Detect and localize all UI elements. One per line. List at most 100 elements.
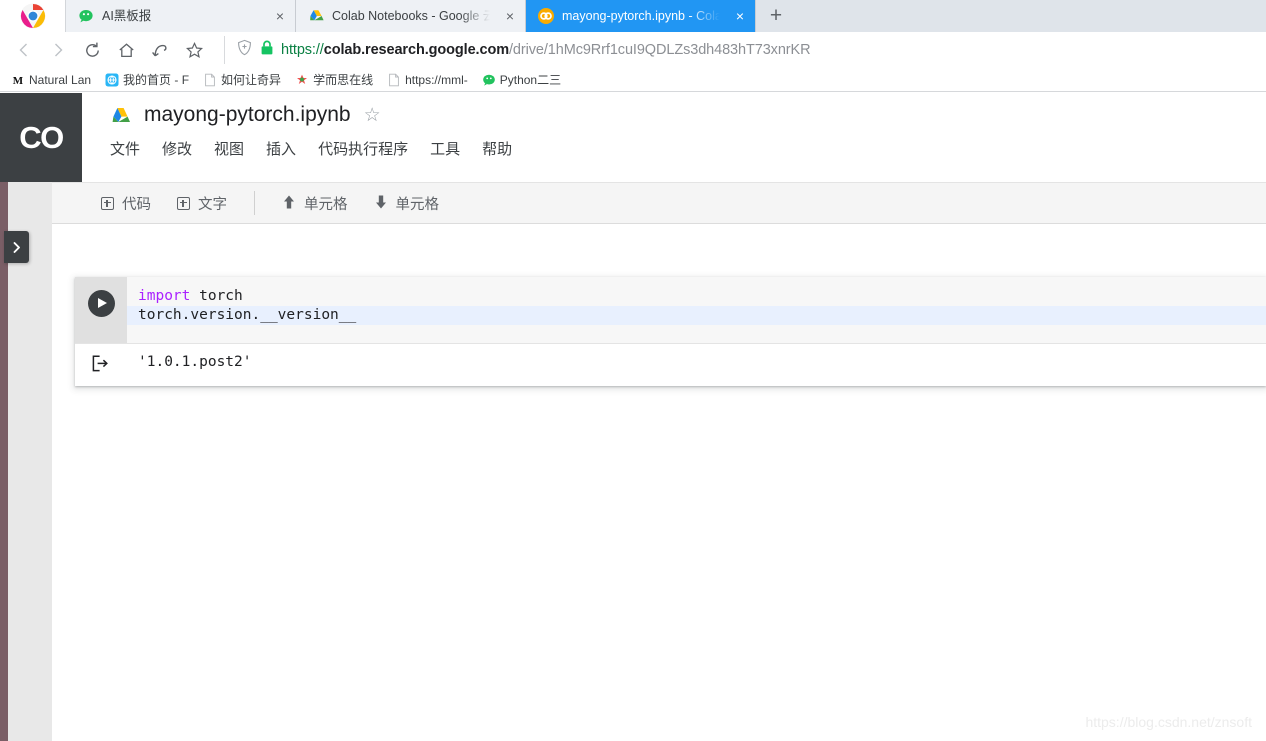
- close-icon[interactable]: ×: [733, 0, 747, 32]
- tab-title: mayong-pytorch.ipynb - Colab: [562, 9, 725, 23]
- forward-button[interactable]: [42, 35, 74, 65]
- close-icon[interactable]: ×: [503, 0, 517, 32]
- page-icon: [203, 73, 217, 87]
- bookmark-item-0[interactable]: M Natural Lan: [6, 72, 96, 88]
- lock-icon[interactable]: [260, 40, 274, 61]
- bookmark-item-1[interactable]: 我的首页 - F: [100, 70, 194, 89]
- bookmark-label: Python二三: [499, 73, 562, 87]
- wechat-icon: [78, 8, 94, 24]
- notebook-cell[interactable]: import torch torch.version.__version__ '…: [75, 277, 1266, 386]
- navigation-toolbar: https://colab.research.google.com/drive/…: [0, 32, 1266, 68]
- colab-menu-bar: 文件 修改 视图 插入 代码执行程序 工具 帮助: [110, 138, 512, 159]
- url-text[interactable]: https://colab.research.google.com/drive/…: [281, 42, 811, 58]
- notebook-body: import torch torch.version.__version__ '…: [52, 224, 1266, 741]
- browser-tab-1[interactable]: AI黑板报 ×: [66, 0, 296, 32]
- cell-output-area: '1.0.1.post2': [75, 343, 1266, 386]
- xueersi-icon: [295, 73, 309, 87]
- watermark-text: https://blog.csdn.net/znsoft: [1085, 714, 1252, 730]
- close-icon[interactable]: ×: [273, 0, 287, 32]
- bookmark-item-4[interactable]: https://mml-: [382, 72, 473, 88]
- blue-globe-icon: [105, 73, 119, 87]
- code-text: torch: [190, 288, 243, 304]
- tab-strip: AI黑板报 × Colab Notebooks - Google 云 × may…: [0, 0, 1266, 32]
- plus-box-icon: [101, 196, 114, 210]
- bookmark-item-2[interactable]: 如何让奇异: [198, 70, 286, 89]
- home-icon[interactable]: [110, 35, 142, 65]
- bookmark-label: Natural Lan: [29, 72, 92, 87]
- url-scheme: https://: [281, 42, 324, 58]
- back-button[interactable]: [8, 35, 40, 65]
- colab-logo[interactable]: CO: [0, 93, 82, 182]
- code-editor[interactable]: import torch torch.version.__version__: [127, 277, 1266, 343]
- code-keyword: import: [138, 288, 191, 304]
- colab-logo-text: CO: [19, 119, 64, 155]
- wechat-icon: [482, 73, 496, 87]
- add-code-label: 代码: [122, 196, 151, 213]
- menu-item-help[interactable]: 帮助: [482, 138, 512, 159]
- bookmarks-bar: M Natural Lan 我的首页 - F 如何让奇异 学而思在线 https…: [0, 68, 1266, 92]
- bookmark-star-icon[interactable]: [178, 35, 210, 65]
- tab-title: AI黑板报: [102, 9, 152, 23]
- move-cell-down-button[interactable]: 单元格: [361, 193, 453, 214]
- star-icon[interactable]: ☆: [364, 106, 381, 125]
- menu-item-file[interactable]: 文件: [110, 138, 140, 159]
- bookmark-item-5[interactable]: Python二三: [477, 70, 566, 89]
- left-edge-stripe: [0, 93, 8, 741]
- chrome-brand-button[interactable]: [0, 0, 66, 32]
- shield-plus-icon[interactable]: [236, 39, 253, 61]
- drawer-toggle-button[interactable]: [4, 231, 29, 263]
- menu-item-view[interactable]: 视图: [214, 138, 244, 159]
- menu-item-tools[interactable]: 工具: [430, 138, 460, 159]
- colab-toolbar: 代码 文字 单元格 单元格: [52, 182, 1266, 224]
- url-path: /drive/1hMc9Rrf1cuI9QDLZs3dh483hT73xnrKR: [509, 42, 811, 58]
- m-letter-icon: M: [11, 73, 25, 87]
- google-drive-icon: [308, 8, 324, 24]
- code-line-1: import torch: [127, 287, 1266, 306]
- svg-text:M: M: [13, 75, 24, 87]
- url-host: colab.research.google.com: [323, 42, 509, 58]
- toolbar-divider: [254, 191, 255, 215]
- cell-input-area[interactable]: import torch torch.version.__version__: [75, 277, 1266, 343]
- bookmark-label: https://mml-: [405, 72, 468, 87]
- reload-icon[interactable]: [76, 35, 108, 65]
- bookmark-label: 如何让奇异: [221, 73, 282, 87]
- colab-app: CO mayong-pytorch.ipynb ☆ 文件 修改 视图 插入 代码…: [0, 93, 1266, 741]
- colab-header: CO mayong-pytorch.ipynb ☆ 文件 修改 视图 插入 代码…: [0, 93, 1266, 182]
- chevron-right-icon: [13, 241, 20, 253]
- left-drawer-panel: [8, 93, 52, 741]
- tab-title: Colab Notebooks - Google 云: [332, 9, 495, 23]
- bookmark-label: 我的首页 - F: [123, 73, 190, 87]
- output-arrow-icon: [91, 355, 111, 372]
- browser-tab-2[interactable]: Colab Notebooks - Google 云 ×: [296, 0, 526, 32]
- address-bar[interactable]: https://colab.research.google.com/drive/…: [224, 36, 1258, 64]
- cell-gutter: [75, 277, 127, 343]
- code-line-2: torch.version.__version__: [127, 306, 1266, 325]
- colab-icon: [538, 8, 554, 24]
- bookmark-item-3[interactable]: 学而思在线: [290, 70, 378, 89]
- cell-output-text: '1.0.1.post2': [138, 354, 252, 370]
- page-viewport: CO mayong-pytorch.ipynb ☆ 文件 修改 视图 插入 代码…: [0, 93, 1266, 741]
- add-text-cell-button[interactable]: 文字: [164, 193, 240, 214]
- page-icon: [387, 73, 401, 87]
- history-back-icon[interactable]: [144, 35, 176, 65]
- menu-item-insert[interactable]: 插入: [266, 138, 296, 159]
- add-code-cell-button[interactable]: 代码: [88, 193, 164, 214]
- arrow-up-icon: [282, 194, 296, 213]
- menu-item-edit[interactable]: 修改: [162, 138, 192, 159]
- menu-item-runtime[interactable]: 代码执行程序: [318, 138, 408, 159]
- output-gutter: [75, 344, 127, 386]
- notebook-title-row: mayong-pytorch.ipynb ☆: [110, 103, 512, 127]
- new-tab-button[interactable]: +: [756, 0, 796, 32]
- move-down-label: 单元格: [395, 196, 440, 213]
- google-drive-icon: [110, 106, 131, 125]
- arrow-down-icon: [374, 194, 388, 213]
- move-up-label: 单元格: [304, 196, 348, 213]
- browser-tab-3[interactable]: mayong-pytorch.ipynb - Colab ×: [526, 0, 756, 32]
- add-text-label: 文字: [198, 196, 227, 213]
- bookmark-label: 学而思在线: [313, 73, 374, 87]
- run-cell-button[interactable]: [87, 290, 115, 317]
- notebook-filename[interactable]: mayong-pytorch.ipynb: [144, 103, 351, 127]
- move-cell-up-button[interactable]: 单元格: [269, 193, 361, 214]
- chrome-logo-icon: [20, 3, 46, 29]
- plus-box-icon: [177, 196, 190, 210]
